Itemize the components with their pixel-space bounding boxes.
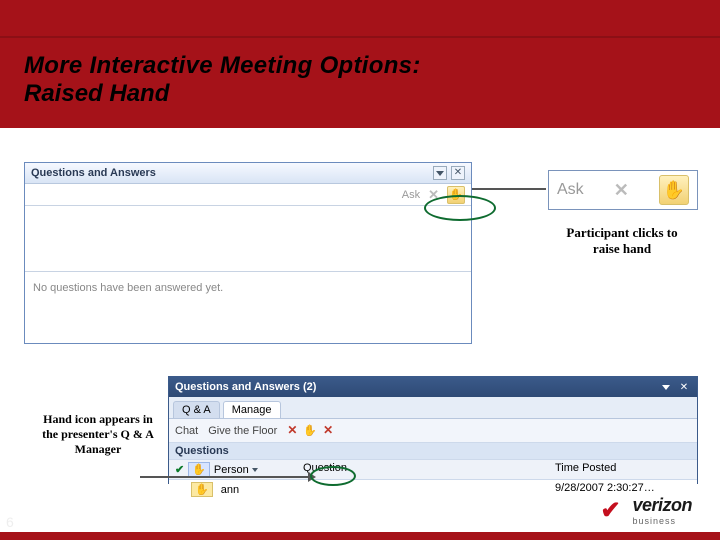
check-icon[interactable]: ✔ xyxy=(175,463,184,476)
callout-participant: Participant clicks to raise hand xyxy=(552,225,692,258)
title-line-2: Raised Hand xyxy=(24,80,421,108)
qa-input-area[interactable] xyxy=(25,206,471,272)
lower-hand-icon[interactable]: ✋ xyxy=(303,424,317,437)
questions-header: Questions xyxy=(169,443,697,460)
tab-manage[interactable]: Manage xyxy=(223,401,281,418)
title-line-1: More Interactive Meeting Options: xyxy=(24,52,421,80)
qa-panel-title-bar: Questions and Answers ✕ xyxy=(25,163,471,184)
col-actions: ✔ ✋ Person xyxy=(169,462,297,477)
callout-presenter: Hand icon appears in the presenter's Q &… xyxy=(34,412,162,457)
slide-title: More Interactive Meeting Options: Raised… xyxy=(24,52,421,108)
dropdown-icon[interactable] xyxy=(659,380,673,394)
chat-label: Chat xyxy=(175,425,198,437)
row-question xyxy=(297,482,549,497)
brand-logo: verizon business xyxy=(600,495,692,526)
qa-ask-row: Ask ✕ ✋ xyxy=(25,184,471,206)
close-icon[interactable]: ✕ xyxy=(677,380,691,394)
manage-title-bar: Questions and Answers (2) ✕ xyxy=(169,377,697,397)
dropdown-icon[interactable] xyxy=(433,166,447,180)
col-question[interactable]: Question xyxy=(297,462,549,477)
manage-title: Questions and Answers (2) xyxy=(175,381,316,393)
page-number: 6 xyxy=(6,514,14,530)
footer-band xyxy=(0,532,720,540)
give-floor-button[interactable]: Give the Floor xyxy=(208,425,277,437)
toolbar-icons: ✕ ✋ ✕ xyxy=(287,423,333,438)
clear-icon-zoom[interactable]: ✕ xyxy=(614,180,629,201)
slide: More Interactive Meeting Options: Raised… xyxy=(0,0,720,540)
raise-indicator-icon: ✋ xyxy=(188,462,210,477)
qa-panel: Questions and Answers ✕ Ask ✕ ✋ No quest… xyxy=(24,162,472,344)
hand-icon: ✋ xyxy=(663,180,685,201)
checkmark-icon xyxy=(600,500,628,522)
close-icon[interactable]: ✕ xyxy=(451,166,465,180)
raise-hand-button-zoom[interactable]: ✋ xyxy=(659,175,689,205)
col-person[interactable]: Person xyxy=(214,464,258,476)
col-time[interactable]: Time Posted xyxy=(549,462,697,477)
manage-panel: Questions and Answers (2) ✕ Q & A Manage… xyxy=(168,376,698,484)
raised-hand-icon: ✋ xyxy=(191,482,213,497)
delete-icon[interactable]: ✕ xyxy=(287,423,297,438)
tab-qa[interactable]: Q & A xyxy=(173,401,220,418)
ask-button-zoom[interactable]: Ask xyxy=(557,181,584,199)
remove-icon[interactable]: ✕ xyxy=(323,423,333,438)
qa-status-text: No questions have been answered yet. xyxy=(25,272,471,304)
brand-unit: business xyxy=(632,516,692,526)
raise-hand-button[interactable]: ✋ xyxy=(447,186,465,204)
tabs: Q & A Manage xyxy=(169,397,697,419)
hand-icon: ✋ xyxy=(449,188,463,201)
zoom-inset: Ask ✕ ✋ xyxy=(548,170,698,210)
clear-icon[interactable]: ✕ xyxy=(428,187,439,203)
arrow-icon xyxy=(472,188,548,190)
arrow-icon xyxy=(140,476,308,478)
row-person: ann xyxy=(221,484,239,496)
qa-panel-title: Questions and Answers xyxy=(31,167,156,179)
ask-button[interactable]: Ask xyxy=(402,189,420,201)
manage-toolbar: Chat Give the Floor ✕ ✋ ✕ xyxy=(169,419,697,443)
brand-name: verizon xyxy=(632,495,692,516)
